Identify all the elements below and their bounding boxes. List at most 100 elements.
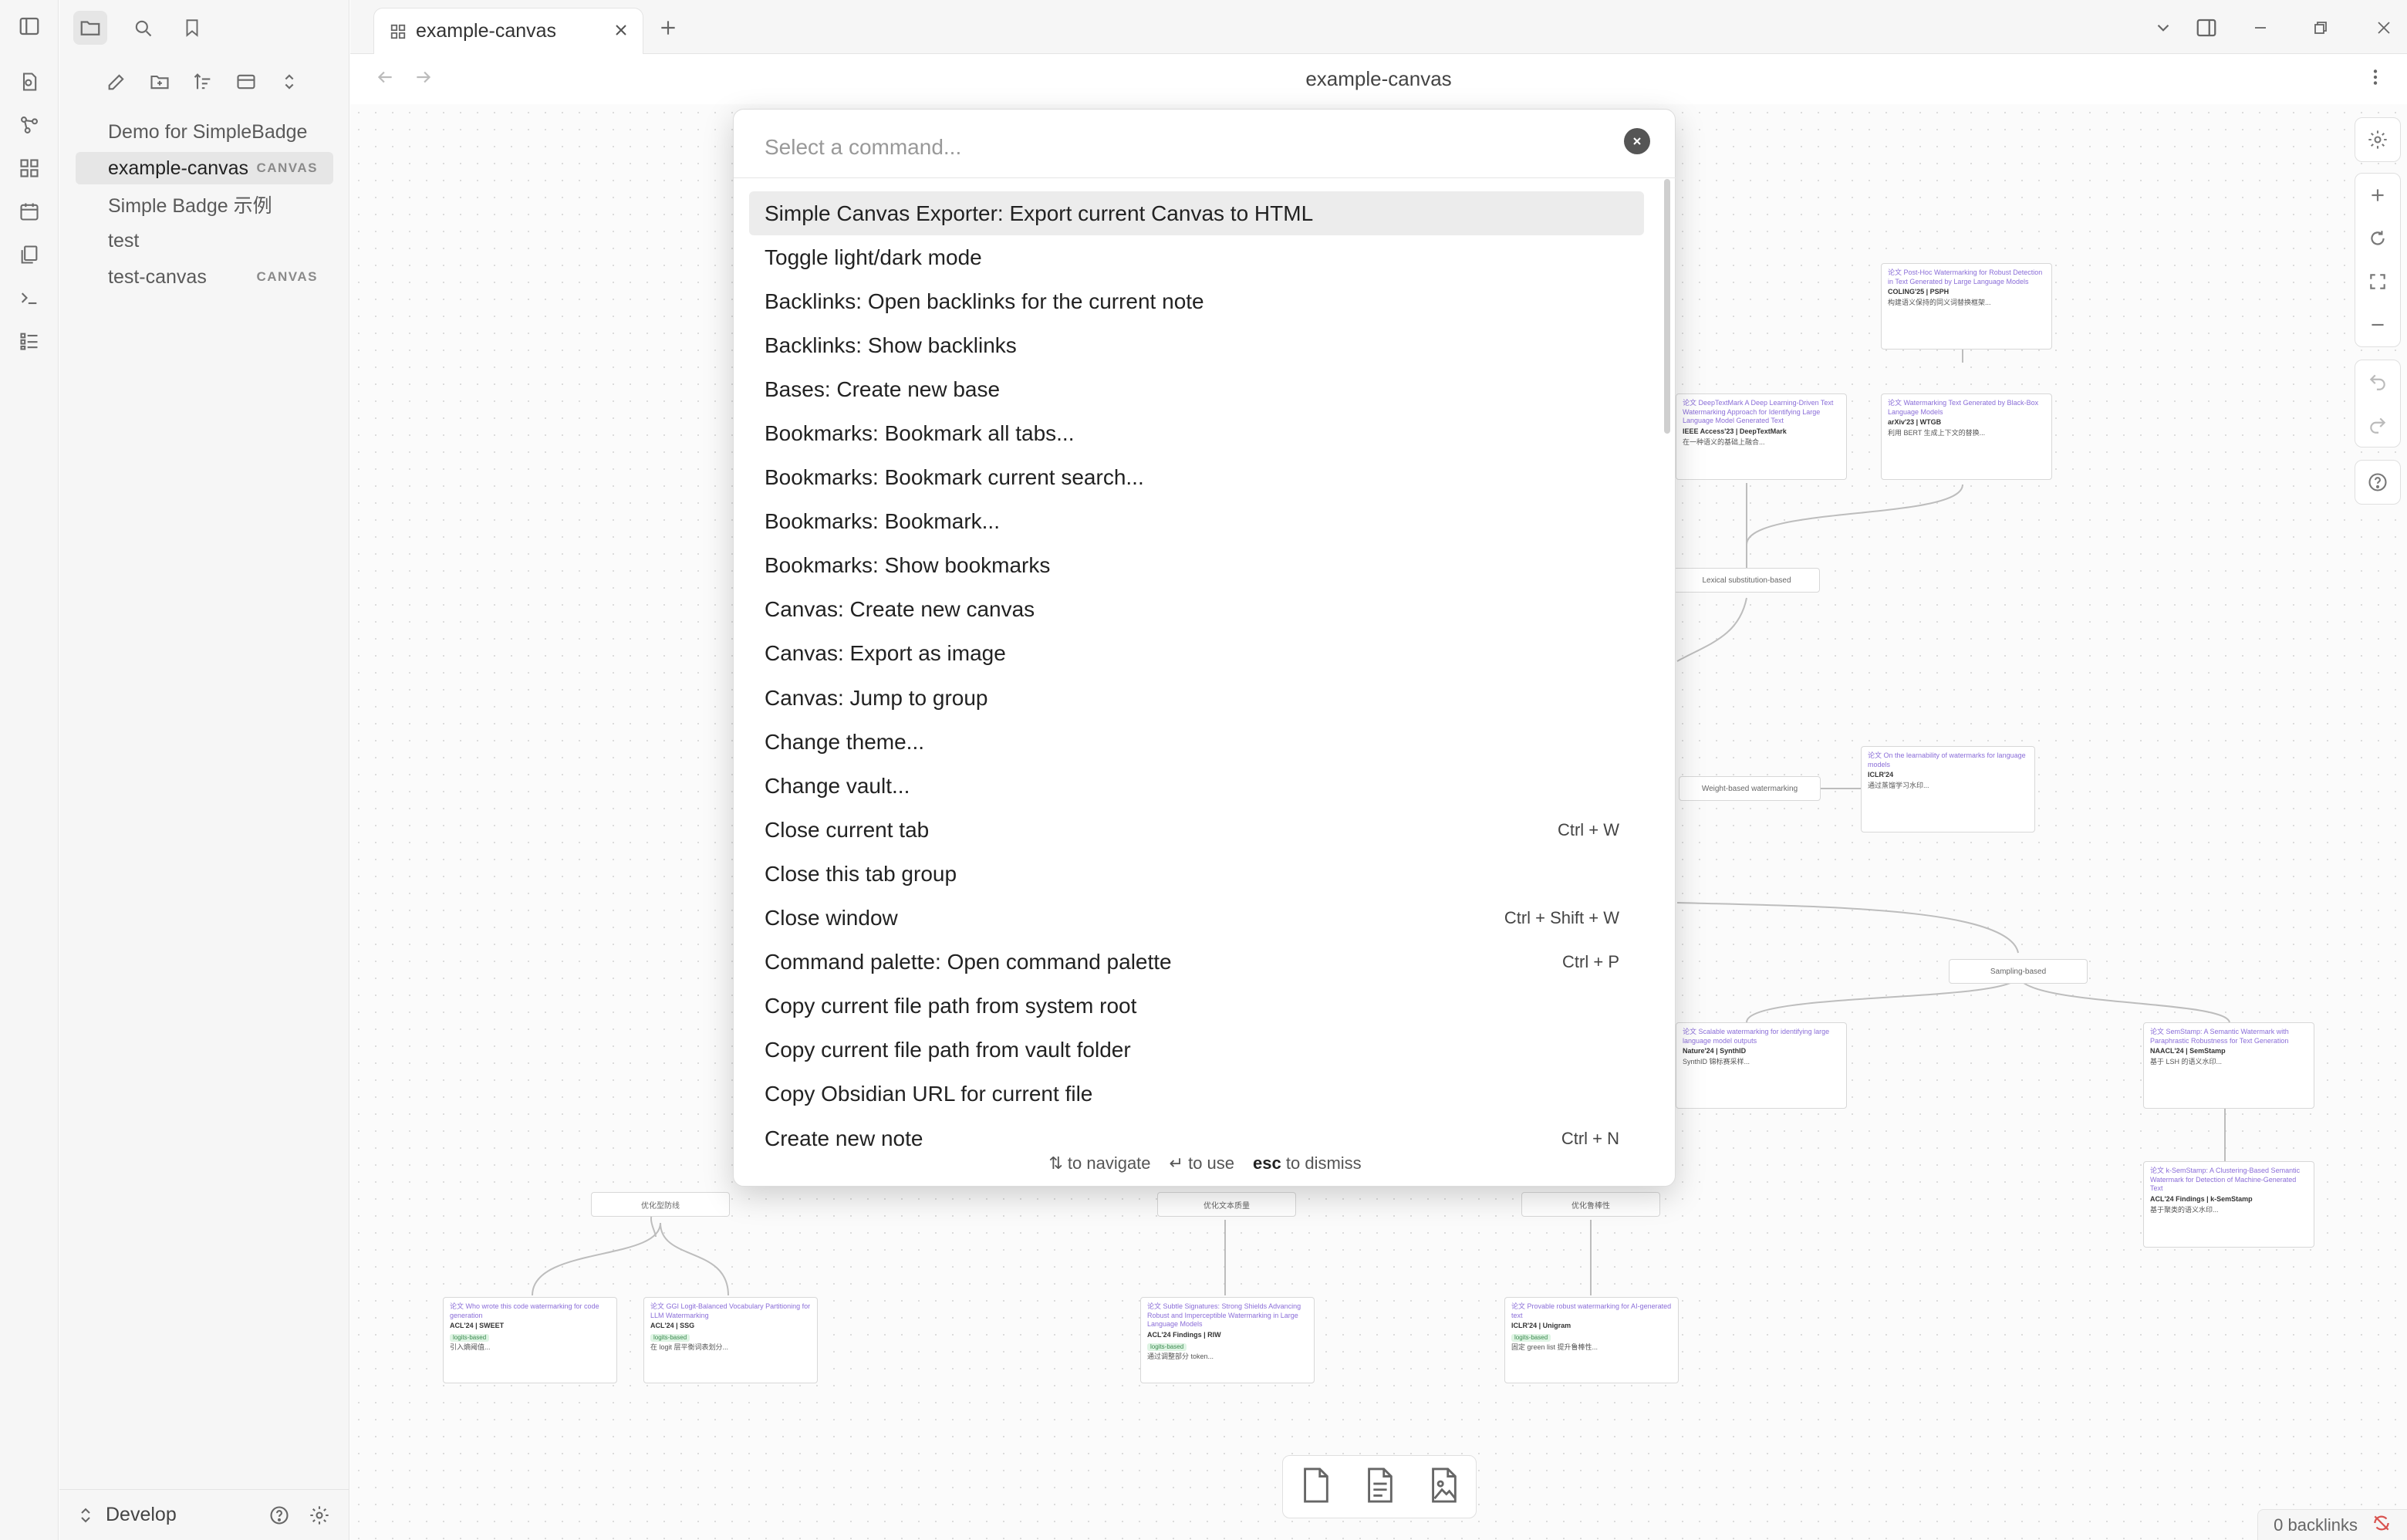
folder-icon[interactable] <box>73 11 107 45</box>
help-icon[interactable] <box>266 1502 292 1528</box>
file-type-tag: CANVAS <box>256 269 318 284</box>
canvas-card[interactable]: 论文 Post-Hoc Watermarking for Robust Dete… <box>1881 263 2052 350</box>
sort-icon[interactable] <box>187 68 218 96</box>
minimize-icon[interactable] <box>2245 12 2276 43</box>
command-item[interactable]: Canvas: Jump to group <box>749 676 1644 720</box>
tab-list-chevron-down-icon[interactable] <box>2148 12 2179 43</box>
zoom-to-fit-icon[interactable] <box>2355 260 2400 303</box>
new-folder-icon[interactable] <box>144 68 175 96</box>
add-media-icon[interactable] <box>1426 1466 1461 1508</box>
file-item[interactable]: Demo for SimpleBadge <box>76 116 333 148</box>
new-note-icon[interactable] <box>101 68 132 96</box>
canvas-group-label[interactable]: Sampling-based <box>1949 959 2088 984</box>
terminal-icon[interactable] <box>15 284 43 312</box>
file-item[interactable]: Simple Badge 示例 <box>76 188 333 221</box>
tab-example-canvas[interactable]: example-canvas <box>373 8 643 54</box>
canvas-card[interactable]: 论文 On the learnability of watermarks for… <box>1861 746 2035 832</box>
card-tag: logits-based <box>450 1334 490 1342</box>
collapse-all-icon[interactable] <box>274 68 305 96</box>
zoom-out-minus-icon[interactable] <box>2355 303 2400 346</box>
command-item[interactable]: Close current tab Ctrl + W <box>749 808 1644 852</box>
command-item[interactable]: Backlinks: Show backlinks <box>749 323 1644 367</box>
daily-note-icon[interactable] <box>15 198 43 225</box>
card-body: 在一种语义的基础上融合... <box>1683 437 1765 446</box>
restore-icon[interactable] <box>2305 12 2336 43</box>
new-tab-plus-icon[interactable] <box>653 12 684 43</box>
canvas-card[interactable]: 论文 Scalable watermarking for identifying… <box>1676 1022 1847 1109</box>
templates-icon[interactable] <box>15 241 43 268</box>
command-item[interactable]: Close this tab group <box>749 852 1644 896</box>
search-icon[interactable] <box>126 11 160 45</box>
command-item[interactable]: Bookmarks: Bookmark all tabs... <box>749 411 1644 455</box>
palette-scrollbar-thumb[interactable] <box>1664 179 1670 434</box>
list-icon[interactable] <box>15 327 43 355</box>
auto-reveal-icon[interactable] <box>231 68 262 96</box>
command-item[interactable]: Copy current file path from vault folder <box>749 1028 1644 1072</box>
command-item[interactable]: Command palette: Open command palette Ctr… <box>749 941 1644 984</box>
file-name: test-canvas <box>108 265 207 288</box>
canvas-card[interactable]: 论文 GGI Logit-Balanced Vocabulary Partiti… <box>643 1297 818 1383</box>
command-hotkey: Ctrl + Shift + W <box>1504 908 1619 928</box>
canvas-help-panel <box>2355 460 2401 505</box>
canvas-card[interactable]: 论文 DeepTextMark A Deep Learning-Driven T… <box>1676 393 1847 480</box>
file-item[interactable]: test <box>76 225 333 257</box>
command-search-input[interactable] <box>765 128 1598 167</box>
vault-switcher[interactable]: Develop <box>78 1504 177 1526</box>
canvas-card[interactable]: 论文 SemStamp: A Semantic Watermark with P… <box>2143 1022 2314 1109</box>
card-body: 通过蒸馏学习水印... <box>1868 782 1929 790</box>
command-item[interactable]: Canvas: Export as image <box>749 632 1644 676</box>
file-item[interactable]: test-canvas CANVAS <box>76 261 333 293</box>
close-window-icon[interactable] <box>2368 12 2399 43</box>
command-item[interactable]: Canvas: Create new canvas <box>749 588 1644 632</box>
command-item[interactable]: Copy Obsidian URL for current file <box>749 1072 1644 1116</box>
dismiss-hint: esc to dismiss <box>1253 1153 1362 1173</box>
command-item[interactable]: Bookmarks: Bookmark current search... <box>749 456 1644 500</box>
canvas-group-label[interactable]: 优化文本质量 <box>1157 1192 1296 1217</box>
canvas-group-label[interactable]: 优化鲁棒性 <box>1521 1192 1660 1217</box>
palette-scrollbar[interactable] <box>1664 179 1670 1151</box>
settings-gear-icon[interactable] <box>306 1502 333 1528</box>
more-options-icon[interactable] <box>2365 67 2385 91</box>
canvas-zoom-panel <box>2355 173 2401 347</box>
canvas-group-label[interactable]: 优化型防线 <box>591 1192 730 1217</box>
command-item[interactable]: Bookmarks: Show bookmarks <box>749 544 1644 588</box>
canvas-card[interactable]: 论文 k-SemStamp: A Clustering-Based Semant… <box>2143 1161 2314 1248</box>
canvas-card[interactable]: 论文 Subtle Signatures: Strong Shields Adv… <box>1140 1297 1315 1383</box>
command-item[interactable]: Backlinks: Open backlinks for the curren… <box>749 279 1644 323</box>
add-card-icon[interactable] <box>1298 1466 1333 1508</box>
quick-switcher-icon[interactable] <box>15 68 43 96</box>
canvas-group-label[interactable]: Lexical substitution-based <box>1673 568 1820 593</box>
sync-error-icon[interactable] <box>2372 1513 2392 1538</box>
canvas-settings-gear-icon[interactable] <box>2355 118 2400 161</box>
graph-view-icon[interactable] <box>15 111 43 139</box>
zoom-in-plus-icon[interactable] <box>2355 174 2400 217</box>
canvas-group-label[interactable]: Weight-based watermarking <box>1679 776 1821 801</box>
command-item[interactable]: Bases: Create new base <box>749 367 1644 411</box>
canvas-card[interactable]: 论文 Who wrote this code watermarking for … <box>443 1297 617 1383</box>
command-item[interactable]: Change theme... <box>749 720 1644 764</box>
sidebar-toggle-icon[interactable] <box>15 12 43 40</box>
canvas-card[interactable]: 论文 Watermarking Text Generated by Black-… <box>1881 393 2052 480</box>
redo-icon[interactable] <box>2355 404 2400 447</box>
command-item[interactable]: Copy current file path from system root <box>749 984 1644 1028</box>
add-note-icon[interactable] <box>1362 1466 1397 1508</box>
command-item[interactable]: Bookmarks: Bookmark... <box>749 500 1644 544</box>
canvas-help-icon[interactable] <box>2355 461 2400 504</box>
clear-search-close-icon[interactable] <box>1624 128 1650 154</box>
command-item-selected[interactable]: Simple Canvas Exporter: Export current C… <box>749 191 1644 236</box>
card-meta: ACL'24 Findings | RIW <box>1147 1331 1221 1339</box>
undo-icon[interactable] <box>2355 360 2400 404</box>
bookmark-icon[interactable] <box>175 11 209 45</box>
command-item[interactable]: Toggle light/dark mode <box>749 235 1644 279</box>
canvas-card[interactable]: 论文 Provable robust watermarking for AI-g… <box>1504 1297 1679 1383</box>
command-item[interactable]: Create new note Ctrl + N <box>749 1116 1644 1148</box>
canvas-icon[interactable] <box>15 154 43 182</box>
backlinks-count[interactable]: 0 backlinks <box>2274 1515 2358 1535</box>
command-item[interactable]: Change vault... <box>749 764 1644 808</box>
file-item-active[interactable]: example-canvas CANVAS <box>76 152 333 184</box>
canvas-card-toolbar <box>1282 1455 1477 1518</box>
reset-zoom-icon[interactable] <box>2355 217 2400 260</box>
command-item[interactable]: Close window Ctrl + Shift + W <box>749 897 1644 941</box>
close-tab-icon[interactable] <box>612 21 630 45</box>
right-sidebar-toggle-icon[interactable] <box>2191 12 2222 43</box>
